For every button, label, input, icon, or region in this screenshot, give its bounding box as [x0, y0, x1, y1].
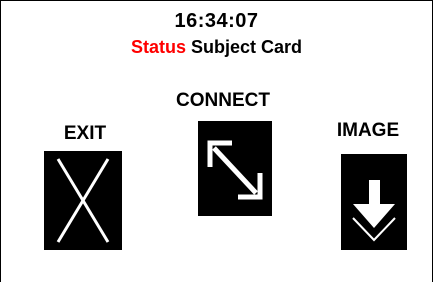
clock-time: 16:34:07: [174, 10, 259, 32]
connect-label: CONNECT: [176, 90, 270, 111]
close-icon: [56, 158, 110, 243]
device-screen: 16:34:07 Status Subject Card EXIT CONNEC…: [0, 0, 433, 282]
exit-label: EXIT: [63, 123, 107, 144]
expand-arrow-icon: [207, 140, 263, 200]
status-text: Subject Card: [191, 37, 303, 57]
image-label: IMAGE: [336, 120, 400, 141]
screen-border-top: [0, 0, 433, 1]
status-line: Status Subject Card: [0, 37, 433, 58]
image-button[interactable]: [341, 154, 407, 250]
connect-button[interactable]: [198, 121, 272, 216]
exit-button[interactable]: [44, 151, 122, 250]
download-arrow-icon: [352, 180, 396, 242]
status-label: Status: [130, 37, 186, 57]
